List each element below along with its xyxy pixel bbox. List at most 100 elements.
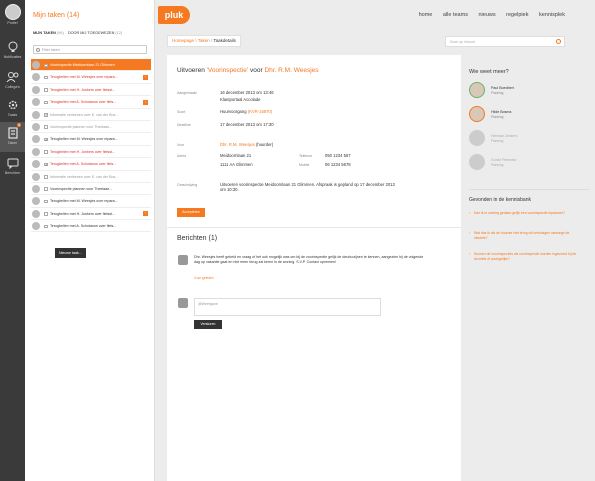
mobile-value: 06 1234 5678 (325, 162, 351, 167)
send-button[interactable]: Versturen (194, 320, 222, 329)
nav-item-taaks[interactable]: Taaks (0, 94, 25, 124)
task-row[interactable]: ✓ Terugbellen met M. Weesjes over repara.… (31, 133, 151, 146)
nav-label: Notificaties (3, 55, 22, 59)
avatar (469, 130, 485, 146)
task-row[interactable]: Informatie verleenen over E. van der Bos… (31, 171, 151, 183)
task-row[interactable]: Terugbellen met A. Schotanus over fiets.… (31, 96, 151, 109)
reply-input[interactable]: @Weergave (194, 298, 381, 316)
priority-flag-icon: ! (143, 74, 148, 80)
expert-role: Planning (491, 115, 504, 119)
expert-card[interactable]: Gunar Feenstra Planning (469, 154, 589, 174)
task-checkbox[interactable] (44, 224, 48, 229)
title-subject: 'Voorinspectie' (206, 67, 249, 74)
task-checkbox[interactable] (44, 199, 48, 204)
task-row[interactable]: Terugbellen met H. Jonkers over fietsst.… (31, 208, 151, 221)
avatar (469, 106, 485, 122)
search-input[interactable]: Zoek op inhoud (445, 36, 565, 47)
search-placeholder: Zoek op inhoud (450, 40, 475, 44)
expert-name: Hilde Bosma (491, 110, 512, 114)
type-value: Huurvoorgang (KVR-16870) (220, 109, 272, 114)
task-checkbox[interactable] (44, 212, 48, 216)
top-nav-news[interactable]: nieuws (478, 12, 495, 18)
knowledge-base-link[interactable]: Wat doe ik als de huurder niet terug wil… (469, 231, 579, 240)
task-checkbox[interactable] (44, 187, 48, 191)
task-filter-input[interactable]: Filter taken (33, 45, 147, 54)
search-icon[interactable] (556, 39, 561, 44)
task-title: Terugbellen met H. Jonkers over fietsst.… (50, 149, 116, 154)
tasks-title: Mijn taken (14) (33, 12, 80, 19)
top-nav-kennisplek[interactable]: kennisplek (539, 12, 565, 18)
nav-item-notifications[interactable]: Notificaties (0, 36, 25, 66)
nav-label: Taaks (7, 113, 18, 117)
task-row[interactable]: Terugbellen met M. Weesjes over repara..… (31, 71, 151, 84)
task-detail: Uitvoeren 'Voorinspectie' voor Dhr. R.M.… (167, 55, 461, 481)
title-person[interactable]: Dhr. R.M. Weesjes (264, 67, 318, 74)
task-title: Terugbellen met M. Weesjes over repara..… (50, 137, 118, 142)
avatar (32, 73, 40, 82)
task-row[interactable]: Terugbellen met H. Jonkers over fietsst.… (31, 146, 151, 159)
new-task-button[interactable]: Nieuwe taak... (55, 248, 86, 258)
type-label: Soort (177, 110, 186, 114)
task-checkbox[interactable] (44, 88, 48, 92)
nav-item-messages[interactable]: Berichten (0, 152, 25, 182)
phone-label: Telefoon (299, 154, 313, 158)
breadcrumb-tasks[interactable]: Taken (198, 38, 210, 43)
task-row[interactable]: Terugbellen met A. Schotanus over fiets.… (31, 220, 151, 233)
task-title: Terugbellen met H. Jonkers over fietsst.… (50, 211, 116, 216)
messages-title: Berichten (1) (177, 235, 218, 242)
top-nav-home[interactable]: home (419, 12, 433, 18)
tab-assigned[interactable]: DOOR MIJ TOEGEWEZEN (68, 31, 114, 35)
task-checkbox[interactable] (44, 63, 48, 67)
task-checkbox[interactable]: ✓ (44, 137, 48, 141)
avatar (32, 98, 40, 107)
type-ref-link[interactable]: (KVR-16870) (248, 109, 272, 114)
task-row[interactable]: Voorinspectie plannen voor Theelaan... (31, 121, 151, 134)
knowledge-base-link[interactable]: Kan ik in overleg gedaan gelijk een voor… (469, 211, 579, 216)
knowledge-base-link[interactable]: Kunnen de voorinspecties als voorinspect… (469, 252, 579, 261)
accept-button[interactable]: Accepteren (177, 208, 205, 217)
nav-label: Collega's (5, 85, 20, 89)
created-label: Aangemaakt (177, 91, 197, 95)
mobile-label: Mobiel (299, 163, 310, 167)
top-nav-teams[interactable]: alle teams (443, 12, 468, 18)
created-value: 16 december 2013 om 13:46 (220, 90, 274, 95)
for-person-link[interactable]: Dhr. R.M. Weesjes (220, 142, 255, 147)
task-checkbox[interactable]: ✓ (44, 113, 48, 117)
task-row[interactable]: Voorinspectie Meidoornlaan 21 Glimmen (31, 59, 151, 72)
task-checkbox[interactable] (44, 75, 48, 80)
avatar (32, 197, 40, 206)
task-list: Voorinspectie Meidoornlaan 21 Glimmen Ter… (31, 59, 151, 233)
expert-card[interactable]: Paul Boedbert Planning (469, 82, 589, 102)
priority-flag-icon: ! (143, 99, 148, 105)
lightbulb-icon (8, 41, 17, 52)
task-row[interactable]: ✓ Informatie verleenen over E. van der Bo… (31, 109, 151, 121)
task-title: Uitvoeren 'Voorinspectie' voor Dhr. R.M.… (177, 67, 319, 74)
top-nav-regelpiek[interactable]: regelpiek (506, 12, 528, 18)
tab-mine[interactable]: MIJN TAKEN (33, 31, 56, 35)
avatar (32, 85, 40, 94)
task-row[interactable]: Terugbellen met M. Weesjes over repara..… (31, 195, 151, 208)
task-title: Voorinspectie plannen voor Theelaan... (50, 124, 113, 129)
breadcrumb-home[interactable]: Homepage (172, 38, 194, 43)
expert-card[interactable]: Hilde Bosma Planning (469, 106, 589, 126)
filter-placeholder: Filter taken (42, 48, 60, 52)
nav-item-profile[interactable]: Profiel (0, 0, 25, 33)
avatar (32, 61, 40, 69)
task-checkbox[interactable] (44, 100, 48, 105)
task-row[interactable]: Terugbellen met H. Jonkers over fietsst.… (31, 84, 151, 97)
nav-item-colleagues[interactable]: Collega's (0, 66, 25, 96)
task-row[interactable]: ✓ Terugbellen met A. Schotanus over fiets… (31, 158, 151, 171)
expert-card[interactable]: Herman Jonkers Planning (469, 130, 589, 150)
nav-item-tasks[interactable]: 4 Taken (0, 122, 25, 152)
avatar (4, 4, 21, 20)
divider (469, 189, 589, 190)
task-checkbox[interactable] (44, 175, 48, 179)
pluk-logo[interactable]: pluk (158, 6, 190, 24)
breadcrumb-current: Taakdetails (213, 38, 236, 43)
type-text: Huurvoorgang (220, 109, 247, 114)
task-checkbox[interactable] (44, 125, 48, 129)
task-filter-tabs: MIJN TAKEN (96) DOOR MIJ TOEGEWEZEN (12) (33, 31, 122, 35)
task-checkbox[interactable]: ✓ (44, 162, 48, 166)
task-row[interactable]: Voorinspectie plannen voor Theelaan... (31, 183, 151, 196)
task-checkbox[interactable] (44, 150, 48, 154)
